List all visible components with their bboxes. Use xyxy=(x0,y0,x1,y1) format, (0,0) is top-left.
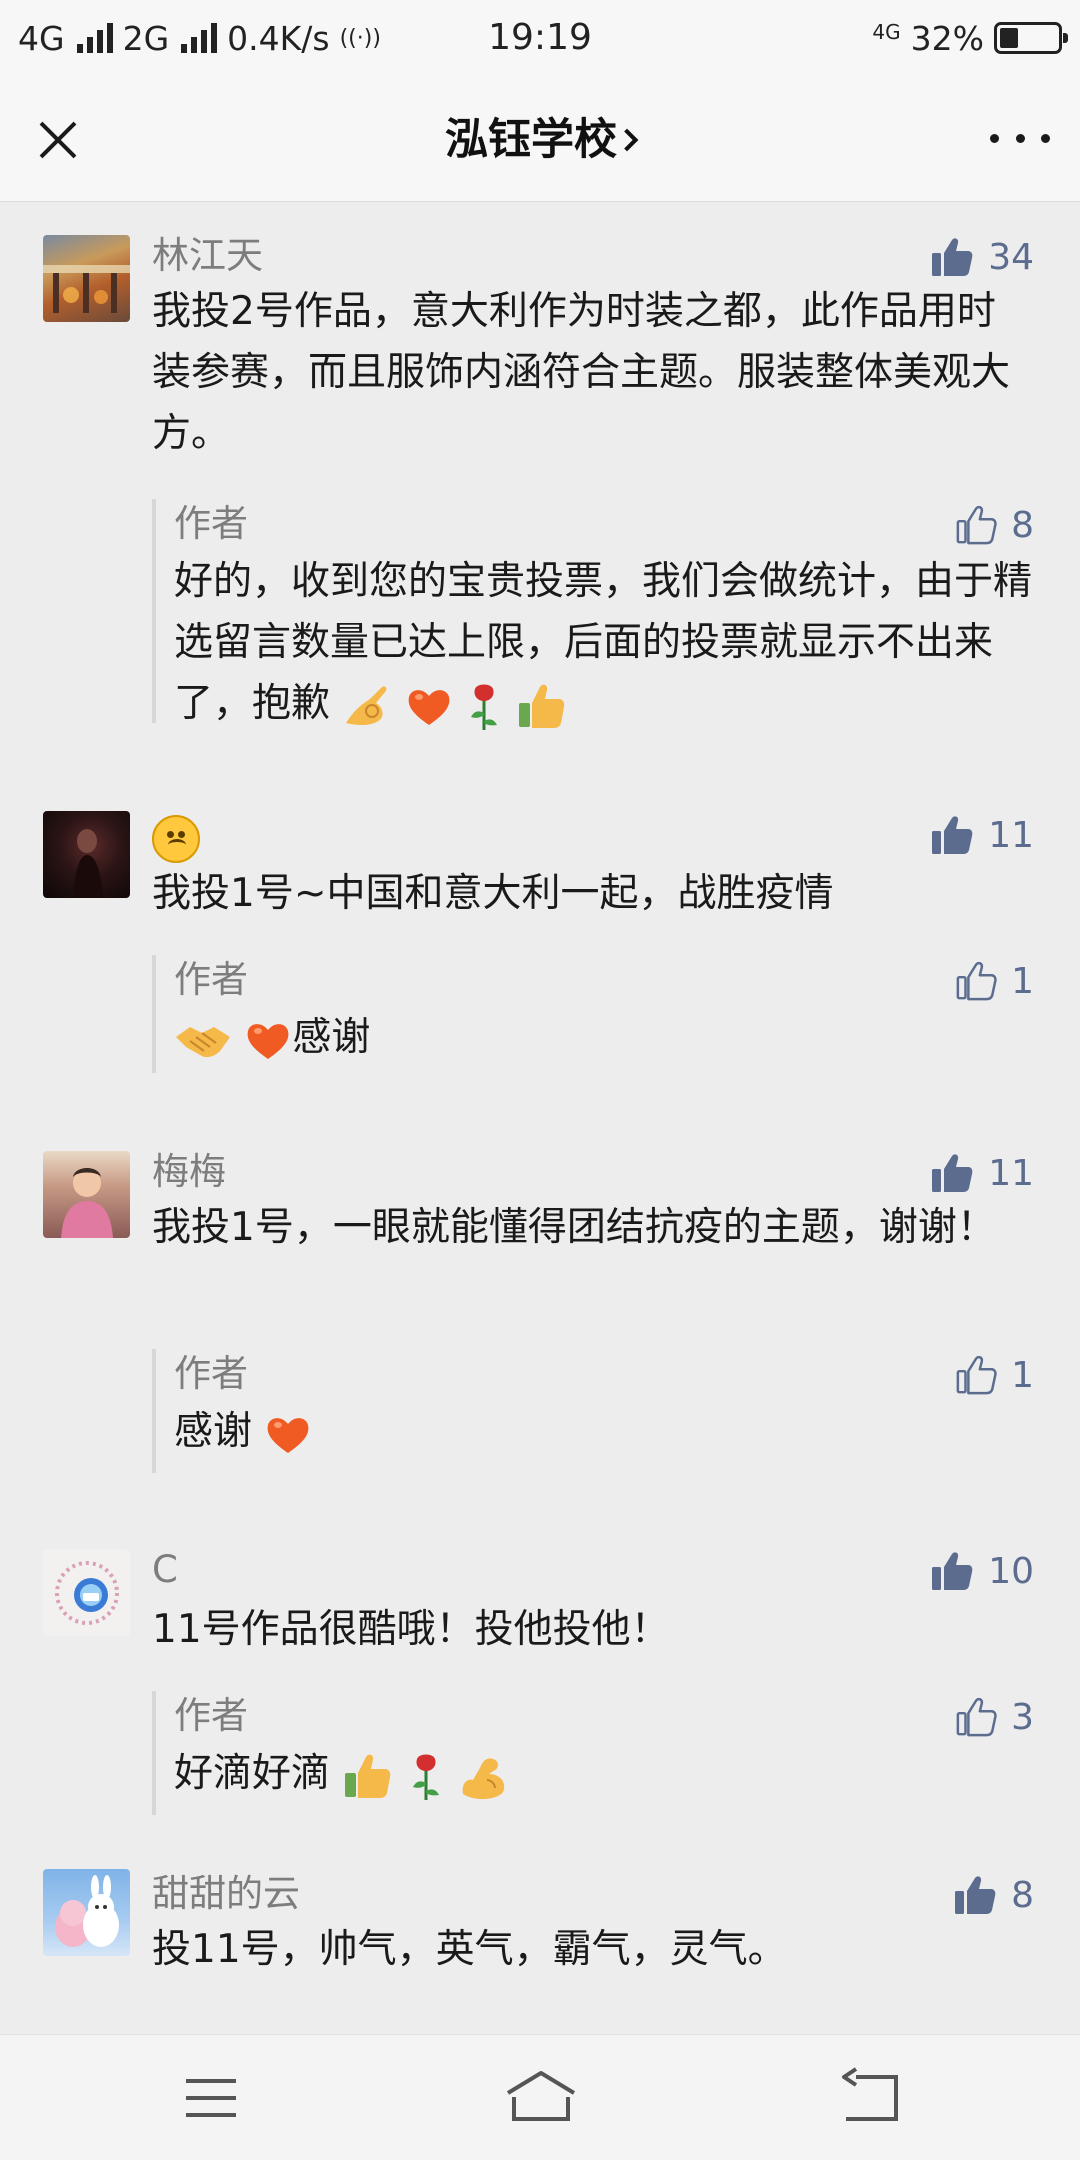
like-count: 10 xyxy=(988,1550,1034,1592)
comment-text: 我投1号，一眼就能懂得团结抗疫的主题，谢谢！ xyxy=(152,1205,996,1250)
flexed-biceps-emoji-icon xyxy=(462,1757,505,1799)
battery-icon xyxy=(994,22,1068,54)
status-bar: 4G 2G 0.4K/s ((·)) 19:19 4G 32% xyxy=(0,0,1080,76)
title-bar: 泓钰学校 xyxy=(0,76,1080,202)
thumbs-up-emoji-icon xyxy=(518,684,564,728)
thumbs-up-emoji-icon xyxy=(345,1754,391,1798)
nickname: 林江天 xyxy=(152,234,263,277)
thumbs-up-outline-icon xyxy=(955,960,997,1002)
author-reply: 作者 1 感谢 xyxy=(152,955,1040,1073)
heart-emoji-icon xyxy=(248,1023,289,1059)
reply-like-button[interactable]: 1 xyxy=(955,955,1034,1007)
avatar[interactable] xyxy=(43,1869,130,1956)
like-button[interactable]: 8 xyxy=(953,1869,1034,1921)
like-button[interactable]: 34 xyxy=(930,231,1034,283)
reply-like-button[interactable]: 1 xyxy=(955,1349,1034,1401)
thumbs-up-outline-icon xyxy=(955,1696,997,1738)
reply-like-count: 8 xyxy=(1011,504,1034,546)
author-reply: 作者 1 感谢 xyxy=(152,1349,1040,1473)
like-count: 8 xyxy=(1011,1874,1034,1916)
network-label-3: 4G xyxy=(872,20,901,44)
reply-author: 作者 xyxy=(174,958,248,1001)
nickname: C xyxy=(152,1548,178,1591)
like-count: 11 xyxy=(988,1152,1034,1194)
battery-percent: 32% xyxy=(910,18,984,58)
comment-text: 我投1号~中国和意大利一起，战胜疫情 xyxy=(152,871,834,916)
like-count: 34 xyxy=(988,236,1034,278)
close-icon[interactable] xyxy=(24,106,90,172)
thumbs-up-outline-icon xyxy=(955,1354,997,1396)
reply-text-content: 感谢 xyxy=(174,1409,253,1454)
thumbs-up-outline-icon xyxy=(955,504,997,546)
heart-emoji-icon xyxy=(268,1417,309,1453)
reply-text-content: 好滴好滴 xyxy=(174,1751,331,1796)
reply-text: 好滴好滴 xyxy=(174,1743,1034,1804)
ok-hand-emoji-icon xyxy=(346,685,387,725)
like-count: 11 xyxy=(988,814,1034,856)
upside-down-face-emoji-icon xyxy=(152,815,200,863)
comment-text: 11号作品很酷哦！投他投他！ xyxy=(152,1607,670,1652)
nickname: 甜甜的云 xyxy=(152,1872,300,1915)
reply-like-count: 3 xyxy=(1011,1696,1034,1738)
thumbs-up-filled-icon xyxy=(930,1549,974,1593)
reply-text-content: 感谢 xyxy=(292,1015,371,1060)
home-icon[interactable] xyxy=(496,2063,586,2133)
handshake-emoji-icon xyxy=(176,1026,230,1057)
reply-text: 感谢 xyxy=(174,1401,1034,1462)
like-button[interactable]: 11 xyxy=(930,1147,1034,1199)
page-title[interactable]: 泓钰学校 xyxy=(300,110,780,170)
avatar[interactable] xyxy=(43,1549,130,1636)
reply-text: 感谢 xyxy=(174,1007,1034,1068)
nickname: 梅梅 xyxy=(152,1150,226,1193)
rose-emoji-icon xyxy=(471,684,498,730)
thumbs-up-filled-icon xyxy=(930,235,974,279)
status-right: 4G 32% xyxy=(872,14,1068,62)
comment-text: 我投2号作品，意大利作为时装之都，此作品用时装参赛，而且服饰内涵符合主题。服装整… xyxy=(152,289,1011,456)
menu-icon[interactable] xyxy=(166,2063,256,2133)
reply-author: 作者 xyxy=(174,502,248,545)
system-nav-bar xyxy=(0,2034,1080,2160)
like-button[interactable]: 10 xyxy=(930,1545,1034,1597)
reply-like-button[interactable]: 3 xyxy=(955,1691,1034,1743)
avatar[interactable] xyxy=(43,811,130,898)
thumbs-up-filled-icon xyxy=(930,813,974,857)
reply-text: 好的，收到您的宝贵投票，我们会做统计，由于精选留言数量已达上限，后面的投票就显示… xyxy=(174,551,1034,734)
chevron-right-icon xyxy=(615,128,639,152)
reply-like-count: 1 xyxy=(1011,960,1034,1002)
reply-text-content: 好的，收到您的宝贵投票，我们会做统计，由于精选留言数量已达上限，后面的投票就显示… xyxy=(174,559,1033,726)
thumbs-up-filled-icon xyxy=(953,1873,997,1917)
reply-author: 作者 xyxy=(174,1694,248,1737)
like-button[interactable]: 11 xyxy=(930,809,1034,861)
reply-like-count: 1 xyxy=(1011,1354,1034,1396)
rose-emoji-icon xyxy=(412,1754,439,1800)
more-icon[interactable] xyxy=(990,118,1050,158)
avatar[interactable] xyxy=(43,1151,130,1238)
comment-list[interactable]: 林江天 34 我投2号作品，意大利作为时装之都，此作品用时装参赛，而且服饰内涵符… xyxy=(0,203,1080,2033)
heart-emoji-icon xyxy=(408,689,450,725)
comment-text: 投11号，帅气，英气，霸气，灵气。 xyxy=(152,1927,787,1972)
avatar[interactable] xyxy=(43,235,130,322)
author-reply: 作者 3 好滴好滴 xyxy=(152,1691,1040,1815)
author-reply: 作者 8 好的，收到您的宝贵投票，我们会做统计，由于精选留言数量已达上限，后面的… xyxy=(152,499,1040,730)
back-icon[interactable] xyxy=(826,2063,916,2133)
thumbs-up-filled-icon xyxy=(930,1151,974,1195)
reply-like-button[interactable]: 8 xyxy=(955,499,1034,551)
reply-author: 作者 xyxy=(174,1352,248,1395)
page-title-text: 泓钰学校 xyxy=(445,115,617,165)
battery-fill xyxy=(1000,28,1018,48)
